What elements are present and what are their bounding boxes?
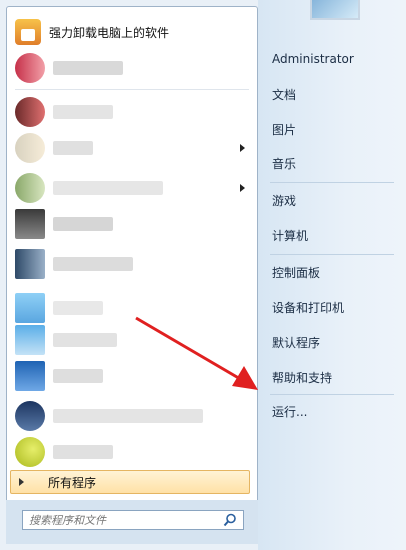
divider	[270, 182, 394, 183]
search-input[interactable]	[23, 512, 211, 528]
music-label: 音乐	[272, 156, 297, 171]
blurred-label	[53, 445, 113, 459]
submenu-arrow-icon	[240, 144, 245, 152]
blurred-label	[53, 369, 103, 383]
run-label: 运行...	[272, 404, 308, 419]
control-panel-label: 控制面板	[272, 265, 321, 280]
search-bar	[6, 500, 258, 544]
app-icon	[15, 97, 45, 127]
program-item[interactable]	[11, 247, 255, 281]
program-item[interactable]	[11, 399, 255, 433]
blurred-label	[53, 409, 203, 423]
program-item[interactable]	[11, 95, 255, 129]
program-item[interactable]	[11, 131, 255, 165]
blurred-label	[53, 141, 93, 155]
computer-label: 计算机	[272, 228, 309, 243]
program-item[interactable]	[11, 51, 255, 85]
blurred-label	[53, 61, 123, 75]
right-menu-pane: Administrator 文档 图片 音乐 游戏 计算机 控制面板 设备和打印…	[258, 0, 406, 550]
app-icon	[15, 437, 45, 467]
app-icon	[15, 361, 45, 391]
menu-item-run[interactable]: 运行...	[266, 398, 398, 424]
uninstaller-icon	[15, 19, 41, 45]
program-item[interactable]	[11, 207, 255, 241]
program-item[interactable]	[11, 291, 255, 325]
menu-item-default-programs[interactable]: 默认程序	[266, 329, 398, 355]
menu-item-games[interactable]: 游戏	[266, 187, 398, 213]
blurred-label	[53, 181, 163, 195]
submenu-arrow-icon	[240, 184, 245, 192]
app-icon	[15, 173, 45, 203]
program-item[interactable]	[11, 359, 255, 393]
all-programs-button[interactable]: 所有程序	[10, 470, 250, 494]
program-item[interactable]	[11, 171, 255, 205]
menu-item-help-support[interactable]: 帮助和支持	[266, 364, 398, 390]
app-icon	[15, 53, 45, 83]
divider	[15, 89, 249, 90]
app-icon	[15, 293, 45, 323]
menu-item-pictures[interactable]: 图片	[266, 116, 398, 142]
games-label: 游戏	[272, 193, 297, 208]
menu-item-control-panel[interactable]: 控制面板	[266, 259, 398, 285]
app-icon	[15, 209, 45, 239]
menu-item-music[interactable]: 音乐	[266, 150, 398, 176]
blurred-label	[53, 217, 113, 231]
programs-pane: 强力卸载电脑上的软件	[6, 6, 258, 544]
program-item[interactable]	[11, 323, 255, 357]
triangle-right-icon	[19, 478, 24, 486]
program-item-uninstaller[interactable]: 强力卸载电脑上的软件	[11, 15, 255, 49]
menu-item-devices-printers[interactable]: 设备和打印机	[266, 294, 398, 320]
divider	[270, 254, 394, 255]
program-label: 强力卸载电脑上的软件	[49, 25, 170, 40]
program-item[interactable]	[11, 435, 255, 469]
app-icon	[15, 249, 45, 279]
divider	[270, 394, 394, 395]
documents-label: 文档	[272, 87, 297, 102]
menu-item-user[interactable]: Administrator	[266, 46, 398, 72]
menu-item-computer[interactable]: 计算机	[266, 222, 398, 248]
menu-item-documents[interactable]: 文档	[266, 81, 398, 107]
blurred-label	[53, 333, 117, 347]
all-programs-label: 所有程序	[48, 475, 97, 490]
pictures-label: 图片	[272, 122, 297, 137]
blurred-label	[53, 105, 113, 119]
devices-printers-label: 设备和打印机	[272, 300, 345, 315]
blurred-label	[53, 301, 103, 315]
app-icon	[15, 325, 45, 355]
user-name: Administrator	[272, 52, 354, 66]
blurred-label	[53, 257, 133, 271]
default-programs-label: 默认程序	[272, 335, 321, 350]
search-box[interactable]	[22, 510, 244, 530]
app-icon	[15, 401, 45, 431]
app-icon	[15, 133, 45, 163]
search-icon[interactable]	[223, 513, 237, 527]
user-picture[interactable]	[310, 0, 360, 20]
help-support-label: 帮助和支持	[272, 370, 333, 385]
